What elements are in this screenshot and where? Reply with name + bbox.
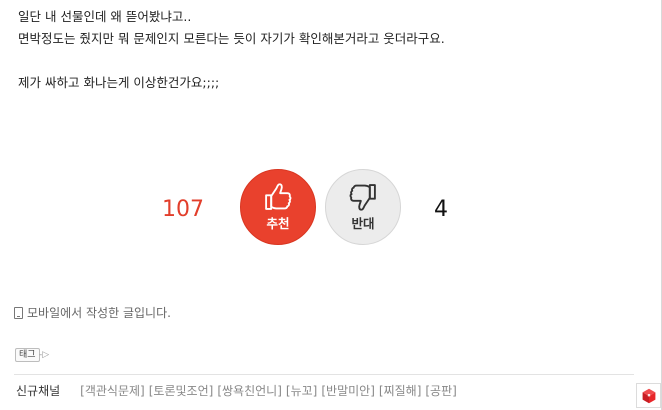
divider	[14, 374, 634, 375]
downvote-button[interactable]: 반대	[325, 169, 401, 245]
mobile-note: 모바일에서 작성한 글입니다.	[14, 305, 171, 321]
thumbs-down-icon	[349, 183, 376, 211]
post-body: 일단 내 선물인데 왜 뜯어봤냐고.. 면박정도는 줬지만 뭐 문제인지 모른다…	[18, 6, 445, 94]
thumbs-up-icon	[265, 182, 292, 210]
channel-link[interactable]: [반말미안]	[321, 382, 375, 400]
tag-badge[interactable]: 태그	[15, 348, 40, 362]
phone-icon	[14, 307, 23, 319]
channel-link[interactable]: [공판]	[425, 382, 456, 400]
corner-widget[interactable]	[636, 383, 661, 408]
channel-link[interactable]: [객관식문제]	[80, 382, 145, 400]
channel-bar: 신규채널 [객관식문제] [토론및조언] [쌍욕친언니] [뉴꼬] [반말미안]…	[16, 382, 461, 400]
upvote-button[interactable]: 추천	[240, 169, 316, 245]
mobile-note-text: 모바일에서 작성한 글입니다.	[27, 306, 171, 320]
downvote-label: 반대	[351, 215, 375, 231]
channel-link[interactable]: [찌질해]	[379, 382, 421, 400]
channel-link[interactable]: [쌍욕친언니]	[217, 382, 282, 400]
upvote-count: 107	[162, 197, 204, 222]
post-line-2: 면박정도는 줬지만 뭐 문제인지 모른다는 듯이 자기가 확인해본거라고 웃더라…	[18, 31, 445, 46]
tag-label: 태그	[19, 350, 36, 360]
post-line-3: 제가 싸하고 화나는게 이상한건가요;;;;	[18, 75, 220, 90]
red-cube-icon	[642, 388, 655, 403]
tag-arrow-icon: -▷	[39, 350, 50, 360]
upvote-label: 추천	[266, 215, 290, 231]
channel-title: 신규채널	[16, 384, 61, 398]
post-line-1: 일단 내 선물인데 왜 뜯어봤냐고..	[18, 9, 192, 24]
downvote-count: 4	[434, 197, 448, 222]
channel-link[interactable]: [뉴꼬]	[286, 382, 317, 400]
channel-link[interactable]: [토론및조언]	[149, 382, 214, 400]
